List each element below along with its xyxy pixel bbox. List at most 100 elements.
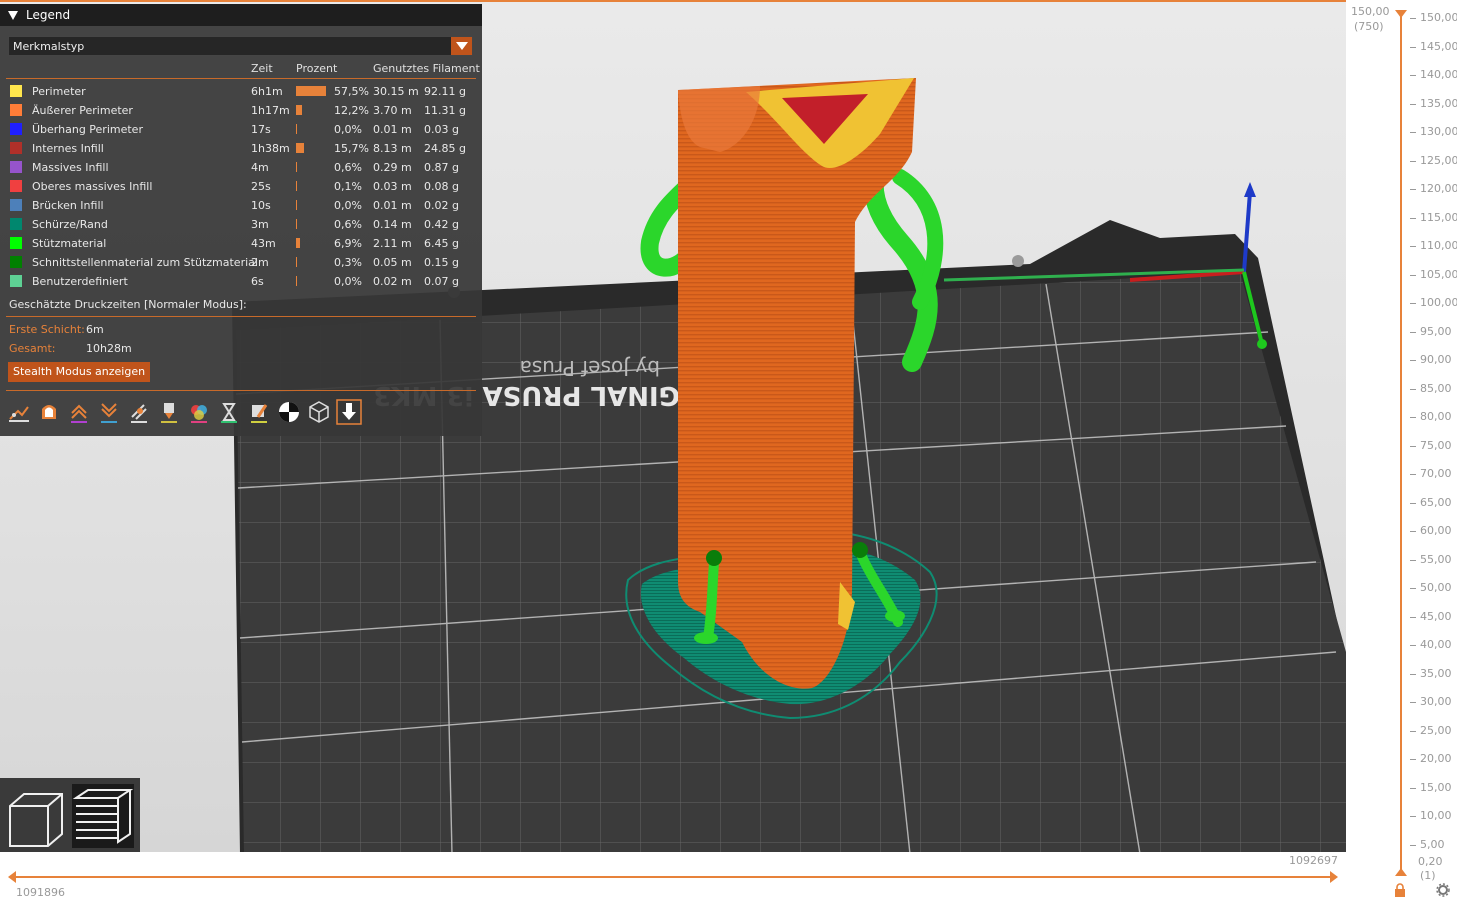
layer-tick-mark — [1410, 388, 1416, 390]
layer-tick-label: 65,00 — [1420, 495, 1452, 509]
feature-percent: 57,5% — [334, 85, 369, 98]
layer-tick-mark — [1410, 445, 1416, 447]
color-swatch — [10, 180, 22, 192]
pause-icon[interactable] — [216, 399, 242, 425]
travel-icon[interactable] — [6, 399, 32, 425]
color-swatch — [10, 161, 22, 173]
color-swatch — [10, 85, 22, 97]
percent-bar — [296, 162, 297, 172]
feature-label: Perimeter — [32, 85, 86, 98]
layer-tick-label: 150,00 — [1420, 11, 1457, 24]
move-slider[interactable]: 1092697 1091896 — [0, 852, 1346, 899]
layer-tick-mark — [1410, 132, 1416, 133]
move-left-value: 1091896 — [16, 886, 65, 899]
retractions-icon[interactable] — [66, 399, 92, 425]
legend-row[interactable]: Schnittstellenmaterial zum Stützmaterial… — [0, 253, 482, 272]
feature-weight: 0.07 g — [424, 275, 459, 288]
stealth-mode-button[interactable]: Stealth Modus anzeigen — [8, 362, 151, 382]
layer-tick-mark — [1410, 759, 1416, 760]
legend-row[interactable]: Brücken Infill 10s 0,0% 0.01 m 0.02 g — [0, 196, 482, 215]
layer-tick-label: 85,00 — [1420, 381, 1452, 395]
move-slider-track[interactable] — [0, 852, 1346, 897]
3d-viewport[interactable]: GINAL PRUSA i3 MK3 by Josef Prusa Legend… — [0, 0, 1346, 854]
layer-tick-label: 100,00 — [1420, 296, 1457, 309]
legend-row[interactable]: Massives Infill 4m 0,6% 0.29 m 0.87 g — [0, 158, 482, 177]
feature-weight: 0.08 g — [424, 180, 459, 193]
deretractions-icon[interactable] — [96, 399, 122, 425]
feature-length: 3.70 m — [373, 104, 412, 117]
feature-label: Brücken Infill — [32, 199, 104, 212]
legend-row[interactable]: Benutzerdefiniert 6s 0,0% 0.02 m 0.07 g — [0, 272, 482, 291]
divider — [6, 78, 476, 79]
layer-tick-label: 40,00 — [1420, 638, 1452, 651]
legend-row[interactable]: Internes Infill 1h38m 15,7% 8.13 m 24.85 g — [0, 139, 482, 158]
layer-tick-mark — [1410, 417, 1416, 418]
feature-length: 0.29 m — [373, 161, 412, 174]
column-percent: Prozent — [296, 62, 338, 75]
feature-label: Schürze/Rand — [32, 218, 108, 231]
layer-tick-label: 60,00 — [1420, 524, 1452, 537]
layer-tick-label: 55,00 — [1420, 552, 1452, 566]
legend-row[interactable]: Oberes massives Infill 25s 0,1% 0.03 m 0.08 … — [0, 177, 482, 196]
layer-tick-mark — [1410, 217, 1416, 219]
percent-bar — [296, 181, 297, 191]
color-swatch — [10, 237, 22, 249]
percent-bar — [296, 219, 297, 229]
feature-label: Massives Infill — [32, 161, 109, 174]
view-type-select[interactable]: Merkmalstyp — [8, 36, 473, 56]
layer-tick-label: 5,00 — [1420, 837, 1445, 851]
center-of-gravity-icon[interactable] — [276, 399, 302, 425]
color-changes-icon[interactable] — [186, 399, 212, 425]
feature-length: 8.13 m — [373, 142, 412, 155]
layer-tick-label: 120,00 — [1420, 182, 1457, 195]
total-value: 10h28m — [86, 342, 132, 355]
seams-icon[interactable] — [126, 399, 152, 425]
color-swatch — [10, 199, 22, 211]
layer-tick-label: 130,00 — [1420, 125, 1457, 138]
layer-tick-mark — [1410, 46, 1416, 48]
feature-label: Schnittstellenmaterial zum Stützmaterial — [32, 256, 258, 269]
preview-view-button[interactable] — [72, 784, 134, 848]
layer-tick-mark — [1410, 360, 1416, 361]
color-swatch — [10, 275, 22, 287]
feature-length: 30.15 m — [373, 85, 419, 98]
layer-tick-mark — [1410, 616, 1416, 618]
wipe-icon[interactable] — [36, 399, 62, 425]
legend-row[interactable]: Überhang Perimeter 17s 0,0% 0.01 m 0.03 g — [0, 120, 482, 139]
chevron-down-icon[interactable] — [451, 37, 472, 55]
tool-marker-icon[interactable] — [336, 399, 362, 425]
layer-tick-label: 50,00 — [1420, 581, 1452, 594]
collapse-triangle-icon[interactable] — [8, 10, 18, 20]
shells-icon[interactable] — [306, 399, 332, 425]
gear-icon[interactable] — [1436, 883, 1450, 900]
feature-percent: 0,1% — [334, 180, 362, 193]
layer-slider[interactable]: 150,00 (750) 0,20 (1) 150,00 145,00 140,00… — [1346, 0, 1457, 897]
layer-tick-label: 20,00 — [1420, 752, 1452, 765]
layer-tick-label: 35,00 — [1420, 666, 1452, 680]
lock-icon[interactable] — [1394, 883, 1406, 900]
layer-tick-label: 145,00 — [1420, 39, 1457, 53]
layer-tick-mark — [1410, 787, 1416, 789]
custom-gcode-icon[interactable] — [246, 399, 272, 425]
layer-tick-label: 70,00 — [1420, 467, 1452, 480]
3d-view-button[interactable] — [6, 784, 68, 848]
tool-changes-icon[interactable] — [156, 399, 182, 425]
feature-percent: 0,0% — [334, 199, 362, 212]
legend-row[interactable]: Stützmaterial 43m 6,9% 2.11 m 6.45 g — [0, 234, 482, 253]
layer-tick-label: 95,00 — [1420, 324, 1452, 338]
feature-weight: 0.15 g — [424, 256, 459, 269]
view-mode-switch — [0, 778, 140, 854]
feature-percent: 0,3% — [334, 256, 362, 269]
color-swatch — [10, 104, 22, 116]
layer-tick-label: 75,00 — [1420, 438, 1452, 452]
legend-row[interactable]: Perimeter 6h1m 57,5% 30.15 m 92.11 g — [0, 82, 482, 101]
feature-percent: 0,0% — [334, 123, 362, 136]
feature-weight: 0.87 g — [424, 161, 459, 174]
legend-header[interactable]: Legend — [0, 4, 482, 26]
legend-row[interactable]: Schürze/Rand 3m 0,6% 0.14 m 0.42 g — [0, 215, 482, 234]
layer-tick-mark — [1410, 331, 1416, 333]
layer-bottom-value: 0,20 — [1418, 855, 1443, 868]
legend-row[interactable]: Äußerer Perimeter 1h17m 12,2% 3.70 m 11.31 g — [0, 101, 482, 120]
layer-top-value: 150,00 — [1351, 5, 1390, 18]
first-layer-value: 6m — [86, 323, 104, 336]
